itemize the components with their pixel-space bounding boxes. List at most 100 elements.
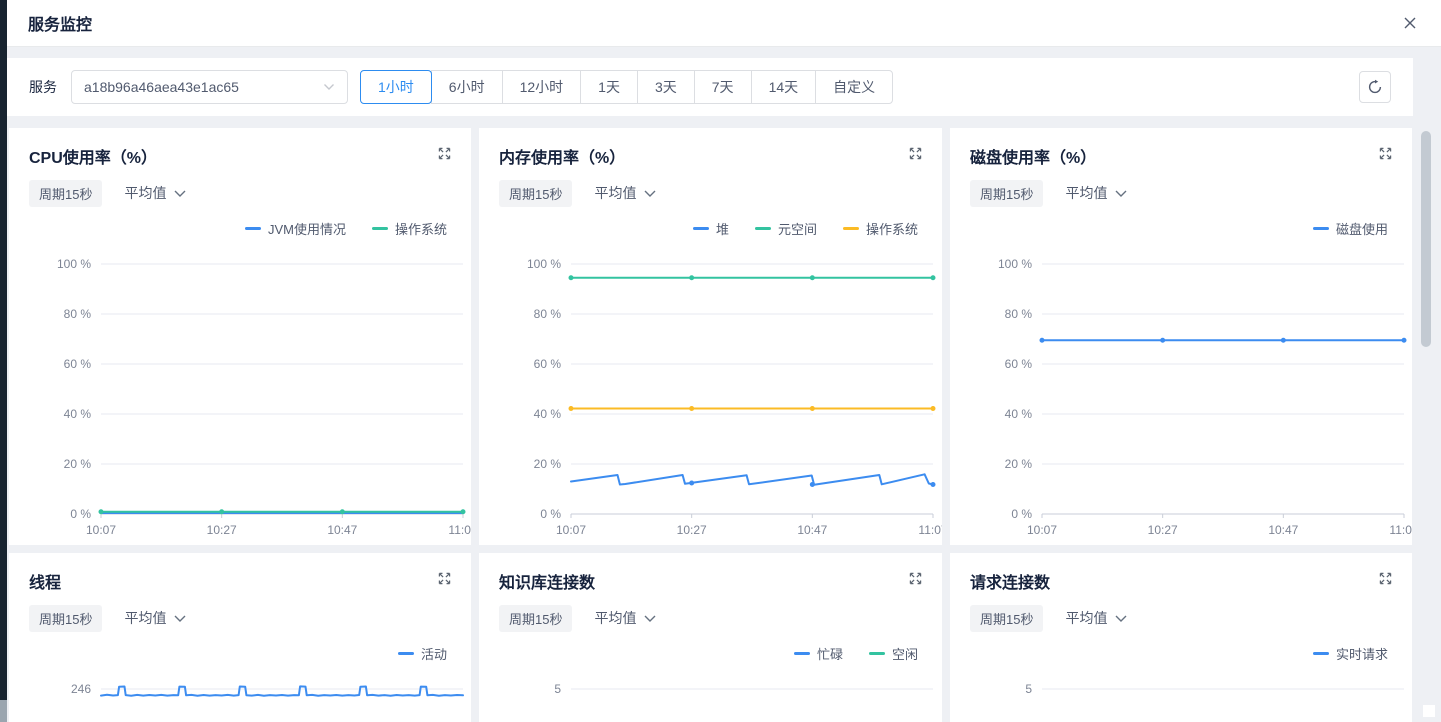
legend-item[interactable]: 堆 xyxy=(693,219,729,238)
legend-label: 活动 xyxy=(421,644,447,663)
aggregation-value: 平均值 xyxy=(594,183,636,203)
line-chart: 510:0710:2710:4711:07 xyxy=(499,669,942,722)
time-range-group: 1小时6小时12小时1天3天7天14天自定义 xyxy=(360,70,893,104)
svg-text:20 %: 20 % xyxy=(1005,457,1033,471)
legend-item[interactable]: 操作系统 xyxy=(843,219,918,238)
chevron-down-icon xyxy=(644,615,656,622)
aggregation-select[interactable]: 平均值 xyxy=(1065,608,1127,628)
legend-dash xyxy=(398,652,414,655)
svg-text:10:47: 10:47 xyxy=(1268,523,1298,537)
chart-panel-4: 知识库连接数 周期15秒 平均值 忙 xyxy=(479,553,942,722)
svg-text:10:07: 10:07 xyxy=(86,523,116,537)
aggregation-select[interactable]: 平均值 xyxy=(1065,183,1127,203)
chart-legend: 活动 xyxy=(29,643,451,663)
period-badge: 周期15秒 xyxy=(970,180,1043,207)
aggregation-value: 平均值 xyxy=(124,608,166,628)
line-chart: 100 %80 %60 %40 %20 %0 %10:0710:2710:471… xyxy=(970,244,1412,544)
aggregation-select[interactable]: 平均值 xyxy=(124,183,186,203)
close-button[interactable] xyxy=(1401,14,1419,32)
refresh-button[interactable] xyxy=(1359,71,1391,103)
svg-text:246: 246 xyxy=(71,682,91,696)
time-range-button-2[interactable]: 12小时 xyxy=(502,70,582,104)
svg-text:100 %: 100 % xyxy=(527,257,561,271)
svg-text:40 %: 40 % xyxy=(1005,407,1033,421)
chevron-down-icon xyxy=(1115,615,1127,622)
expand-icon[interactable] xyxy=(909,147,922,160)
svg-text:10:27: 10:27 xyxy=(1148,523,1178,537)
legend-item[interactable]: 实时请求 xyxy=(1313,644,1388,663)
expand-icon[interactable] xyxy=(1379,572,1392,585)
time-range-button-0[interactable]: 1小时 xyxy=(360,70,432,104)
time-range-button-3[interactable]: 1天 xyxy=(580,70,638,104)
scrollbar-thumb[interactable] xyxy=(1421,131,1431,347)
legend-label: 堆 xyxy=(716,219,729,238)
legend-item[interactable]: JVM使用情况 xyxy=(245,219,346,238)
line-chart: 24610:0710:2710:4711:07 xyxy=(29,669,471,722)
legend-dash xyxy=(755,227,771,230)
chart-title: 知识库连接数 xyxy=(499,569,595,593)
svg-text:10:47: 10:47 xyxy=(327,523,357,537)
legend-label: 忙碌 xyxy=(817,644,843,663)
time-range-button-1[interactable]: 6小时 xyxy=(431,70,503,104)
legend-item[interactable]: 空闲 xyxy=(869,644,918,663)
expand-icon[interactable] xyxy=(1379,147,1392,160)
chevron-down-icon xyxy=(644,190,656,197)
chart-legend: JVM使用情况 操作系统 xyxy=(29,218,451,238)
chevron-down-icon xyxy=(1115,190,1127,197)
aggregation-value: 平均值 xyxy=(1065,608,1107,628)
legend-item[interactable]: 操作系统 xyxy=(372,219,447,238)
svg-text:40 %: 40 % xyxy=(64,407,92,421)
aggregation-select[interactable]: 平均值 xyxy=(594,608,656,628)
svg-text:0 %: 0 % xyxy=(1011,507,1032,521)
legend-label: 磁盘使用 xyxy=(1336,219,1388,238)
svg-text:11:07: 11:07 xyxy=(918,523,942,537)
svg-text:0 %: 0 % xyxy=(70,507,91,521)
chart-title: 磁盘使用率（%） xyxy=(970,144,1096,168)
chart-legend: 堆 元空间 操作系统 xyxy=(499,218,922,238)
chart-panel-2: 磁盘使用率（%） 周期15秒 平均值 xyxy=(950,128,1412,545)
legend-dash xyxy=(869,652,885,655)
svg-text:10:27: 10:27 xyxy=(207,523,237,537)
dashboard-content: 服务 a18b96a46aea43e1ac65 1小时6小时12小时1天3天7天… xyxy=(7,46,1413,722)
aggregation-select[interactable]: 平均值 xyxy=(124,608,186,628)
service-select[interactable]: a18b96a46aea43e1ac65 xyxy=(71,70,348,104)
period-badge: 周期15秒 xyxy=(29,180,102,207)
svg-text:100 %: 100 % xyxy=(998,257,1032,271)
legend-label: 元空间 xyxy=(778,219,817,238)
time-range-button-5[interactable]: 7天 xyxy=(694,70,752,104)
close-icon xyxy=(1403,16,1417,30)
left-strip-footer xyxy=(0,700,7,722)
chart-title: 请求连接数 xyxy=(970,569,1050,593)
svg-text:10:47: 10:47 xyxy=(797,523,827,537)
svg-text:60 %: 60 % xyxy=(64,357,92,371)
chart-legend: 实时请求 xyxy=(970,643,1392,663)
chart-panel-5: 请求连接数 周期15秒 平均值 实时 xyxy=(950,553,1412,722)
svg-text:11:07: 11:07 xyxy=(1389,523,1412,537)
filter-toolbar: 服务 a18b96a46aea43e1ac65 1小时6小时12小时1天3天7天… xyxy=(7,58,1413,116)
expand-icon[interactable] xyxy=(438,572,451,585)
svg-text:0 %: 0 % xyxy=(540,507,561,521)
expand-icon[interactable] xyxy=(438,147,451,160)
chart-panel-1: 内存使用率（%） 周期15秒 平均值 xyxy=(479,128,942,545)
svg-text:80 %: 80 % xyxy=(64,307,92,321)
chevron-down-icon xyxy=(323,83,335,91)
chevron-down-icon xyxy=(174,615,186,622)
expand-icon[interactable] xyxy=(909,572,922,585)
legend-dash xyxy=(372,227,388,230)
aggregation-value: 平均值 xyxy=(124,183,166,203)
svg-text:40 %: 40 % xyxy=(534,407,562,421)
period-badge: 周期15秒 xyxy=(970,605,1043,632)
legend-item[interactable]: 元空间 xyxy=(755,219,817,238)
time-range-button-7[interactable]: 自定义 xyxy=(815,70,893,104)
scrollbar-corner xyxy=(1423,705,1435,717)
legend-item[interactable]: 忙碌 xyxy=(794,644,843,663)
line-chart: 510:0710:2710:4711:07 xyxy=(970,669,1412,722)
svg-text:10:07: 10:07 xyxy=(556,523,586,537)
legend-item[interactable]: 磁盘使用 xyxy=(1313,219,1388,238)
time-range-button-6[interactable]: 14天 xyxy=(751,70,817,104)
aggregation-select[interactable]: 平均值 xyxy=(594,183,656,203)
legend-label: 操作系统 xyxy=(866,219,918,238)
service-label: 服务 xyxy=(29,77,57,97)
time-range-button-4[interactable]: 3天 xyxy=(637,70,695,104)
legend-item[interactable]: 活动 xyxy=(398,644,447,663)
